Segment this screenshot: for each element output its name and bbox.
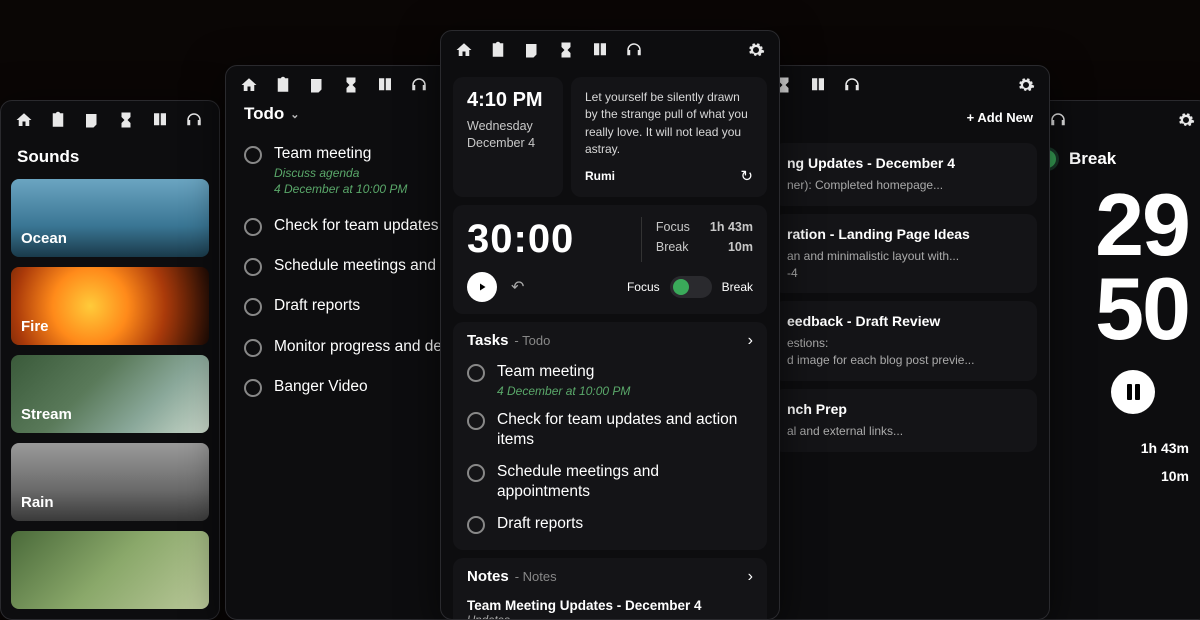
sounds-panel: Sounds Ocean Fire Stream Rain [0, 100, 220, 620]
note-preview[interactable]: Team Meeting Updates - December 4 Update… [467, 592, 753, 620]
home-icon[interactable] [240, 76, 258, 94]
headphones-icon[interactable] [625, 41, 643, 59]
clock-day: Wednesday [467, 118, 549, 135]
notes-icon[interactable] [83, 111, 101, 129]
task-item[interactable]: Team meeting4 December at 10:00 PM [467, 356, 753, 404]
book-icon[interactable] [151, 111, 169, 129]
notes-panel: + Add New ng Updates - December 4 ner): … [760, 65, 1050, 620]
note-line: an and minimalistic layout with... [787, 248, 1023, 265]
note-card[interactable]: nch Prep al and external links... [773, 389, 1037, 452]
break-label: Break [1069, 149, 1116, 169]
gear-icon[interactable] [1017, 76, 1035, 94]
quote-card: Let yourself be silently drawn by the st… [571, 77, 767, 197]
timer-value: 30:00 [467, 217, 574, 262]
note-line: -4 [787, 265, 1023, 282]
clock-date: December 4 [467, 135, 549, 152]
note-card[interactable]: ng Updates - December 4 ner): Completed … [773, 143, 1037, 206]
play-button[interactable] [467, 272, 497, 302]
tasks-section: Tasks - Todo › Team meeting4 December at … [453, 322, 767, 551]
note-title: ng Updates - December 4 [787, 155, 1023, 171]
sound-tile-bird[interactable] [11, 531, 209, 609]
note-line: al and external links... [787, 423, 1023, 440]
task-item[interactable]: Schedule meetings and appointments [467, 456, 753, 508]
task-checkbox[interactable] [244, 298, 262, 316]
clipboard-icon[interactable] [274, 76, 292, 94]
headphones-icon[interactable] [1049, 111, 1067, 129]
note-title: nch Prep [787, 401, 1023, 417]
task-checkbox[interactable] [467, 464, 485, 482]
task-checkbox[interactable] [244, 258, 262, 276]
book-icon[interactable] [591, 41, 609, 59]
toggle-break-label: Break [722, 280, 753, 294]
add-new-button[interactable]: + Add New [967, 110, 1033, 125]
pomodoro-card: 30:00 Focus1h 43m Break10m ↶ Focus Break [453, 205, 767, 314]
sound-tile-ocean[interactable]: Ocean [11, 179, 209, 257]
notes-subtitle: - Notes [515, 569, 557, 584]
headphones-icon[interactable] [410, 76, 428, 94]
center-panel: 4:10 PM Wednesday December 4 Let yoursel… [440, 30, 780, 620]
task-item[interactable]: Check for team updates and action items [467, 404, 753, 456]
hourglass-icon[interactable] [117, 111, 135, 129]
hourglass-icon[interactable] [557, 41, 575, 59]
clipboard-icon[interactable] [489, 41, 507, 59]
nav-bar [441, 31, 779, 69]
chevron-down-icon: ⌄ [290, 108, 299, 121]
quote-author: Rumi [585, 169, 615, 183]
chevron-right-icon[interactable]: › [748, 568, 753, 586]
note-line: estions: [787, 335, 1023, 352]
note-line: ner): Completed homepage... [787, 177, 1023, 194]
sound-tile-fire[interactable]: Fire [11, 267, 209, 345]
sound-tile-rain[interactable]: Rain [11, 443, 209, 521]
note-title: eedback - Draft Review [787, 313, 1023, 329]
chevron-right-icon[interactable]: › [748, 332, 753, 350]
datetime-card: 4:10 PM Wednesday December 4 [453, 77, 563, 197]
headphones-icon[interactable] [843, 76, 861, 94]
task-checkbox[interactable] [467, 412, 485, 430]
gear-icon[interactable] [1177, 111, 1195, 129]
clock-time: 4:10 PM [467, 89, 549, 112]
quote-text: Let yourself be silently drawn by the st… [585, 89, 753, 159]
nav-bar [761, 66, 1049, 104]
home-icon[interactable] [15, 111, 33, 129]
notes-icon[interactable] [308, 76, 326, 94]
focus-break-toggle[interactable] [670, 276, 712, 298]
sounds-title: Sounds [1, 139, 219, 179]
notes-icon[interactable] [523, 41, 541, 59]
refresh-icon[interactable]: ↻ [740, 167, 753, 185]
clipboard-icon[interactable] [49, 111, 67, 129]
gear-icon[interactable] [747, 41, 765, 59]
headphones-icon[interactable] [185, 111, 203, 129]
pause-button[interactable] [1111, 370, 1155, 414]
sliders-icon[interactable] [1169, 383, 1187, 401]
hourglass-icon[interactable] [342, 76, 360, 94]
task-checkbox[interactable] [467, 516, 485, 534]
note-card[interactable]: ration - Landing Page Ideas an and minim… [773, 214, 1037, 294]
task-checkbox[interactable] [244, 379, 262, 397]
note-card[interactable]: eedback - Draft Review estions: d image … [773, 301, 1037, 381]
note-line: d image for each blog post previe... [787, 352, 1023, 369]
sound-tile-stream[interactable]: Stream [11, 355, 209, 433]
book-icon[interactable] [809, 76, 827, 94]
task-checkbox[interactable] [244, 146, 262, 164]
home-icon[interactable] [455, 41, 473, 59]
book-icon[interactable] [376, 76, 394, 94]
task-item[interactable]: Draft reports [467, 508, 753, 540]
notes-section: Notes - Notes › Team Meeting Updates - De… [453, 558, 767, 620]
notes-title: Notes [467, 568, 509, 585]
note-title: ration - Landing Page Ideas [787, 226, 1023, 242]
nav-bar [1, 101, 219, 139]
task-checkbox[interactable] [244, 339, 262, 357]
task-checkbox[interactable] [467, 364, 485, 382]
tasks-subtitle: - Todo [514, 333, 550, 348]
toggle-focus-label: Focus [627, 280, 660, 294]
undo-icon[interactable]: ↶ [511, 277, 524, 297]
task-checkbox[interactable] [244, 218, 262, 236]
tasks-title: Tasks [467, 332, 508, 349]
timer-stats: Focus1h 43m Break10m [641, 217, 753, 262]
